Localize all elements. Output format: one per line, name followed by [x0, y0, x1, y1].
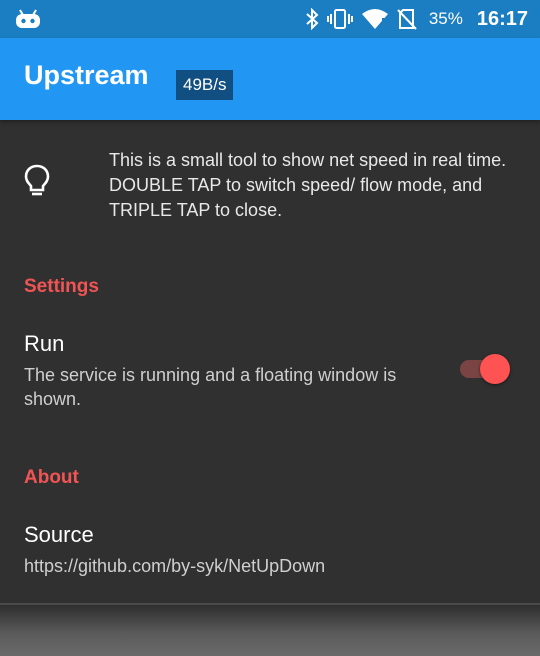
vibrate-icon: [326, 8, 353, 30]
source-title: Source: [24, 522, 94, 547]
info-description: This is a small tool to show net speed i…: [109, 150, 507, 220]
about-header: About: [24, 467, 79, 488]
run-summary: The service is running and a floating wi…: [24, 365, 397, 409]
wifi-icon: [361, 8, 389, 30]
status-bar: 35% 16:17: [0, 0, 540, 38]
lightbulb-icon: [24, 164, 50, 203]
run-toggle[interactable]: [460, 354, 512, 384]
bottom-shadow: [0, 605, 540, 656]
source-url[interactable]: https://github.com/by-syk/NetUpDown: [24, 554, 325, 578]
app-bar: Upstream 49B/s: [0, 38, 540, 120]
battery-percentage: 35%: [428, 9, 463, 28]
toggle-thumb: [480, 354, 510, 384]
info-row: This is a small tool to show net speed i…: [0, 120, 540, 240]
run-title: Run: [24, 331, 65, 356]
clock: 16:17: [476, 7, 528, 30]
android-robot-icon: [14, 9, 42, 34]
no-sim-icon: [397, 8, 417, 30]
settings-header: Settings: [24, 276, 99, 297]
speed-badge[interactable]: 49B/s: [176, 70, 234, 100]
bluetooth-icon: [305, 8, 319, 30]
app-title: Upstream: [24, 60, 149, 90]
